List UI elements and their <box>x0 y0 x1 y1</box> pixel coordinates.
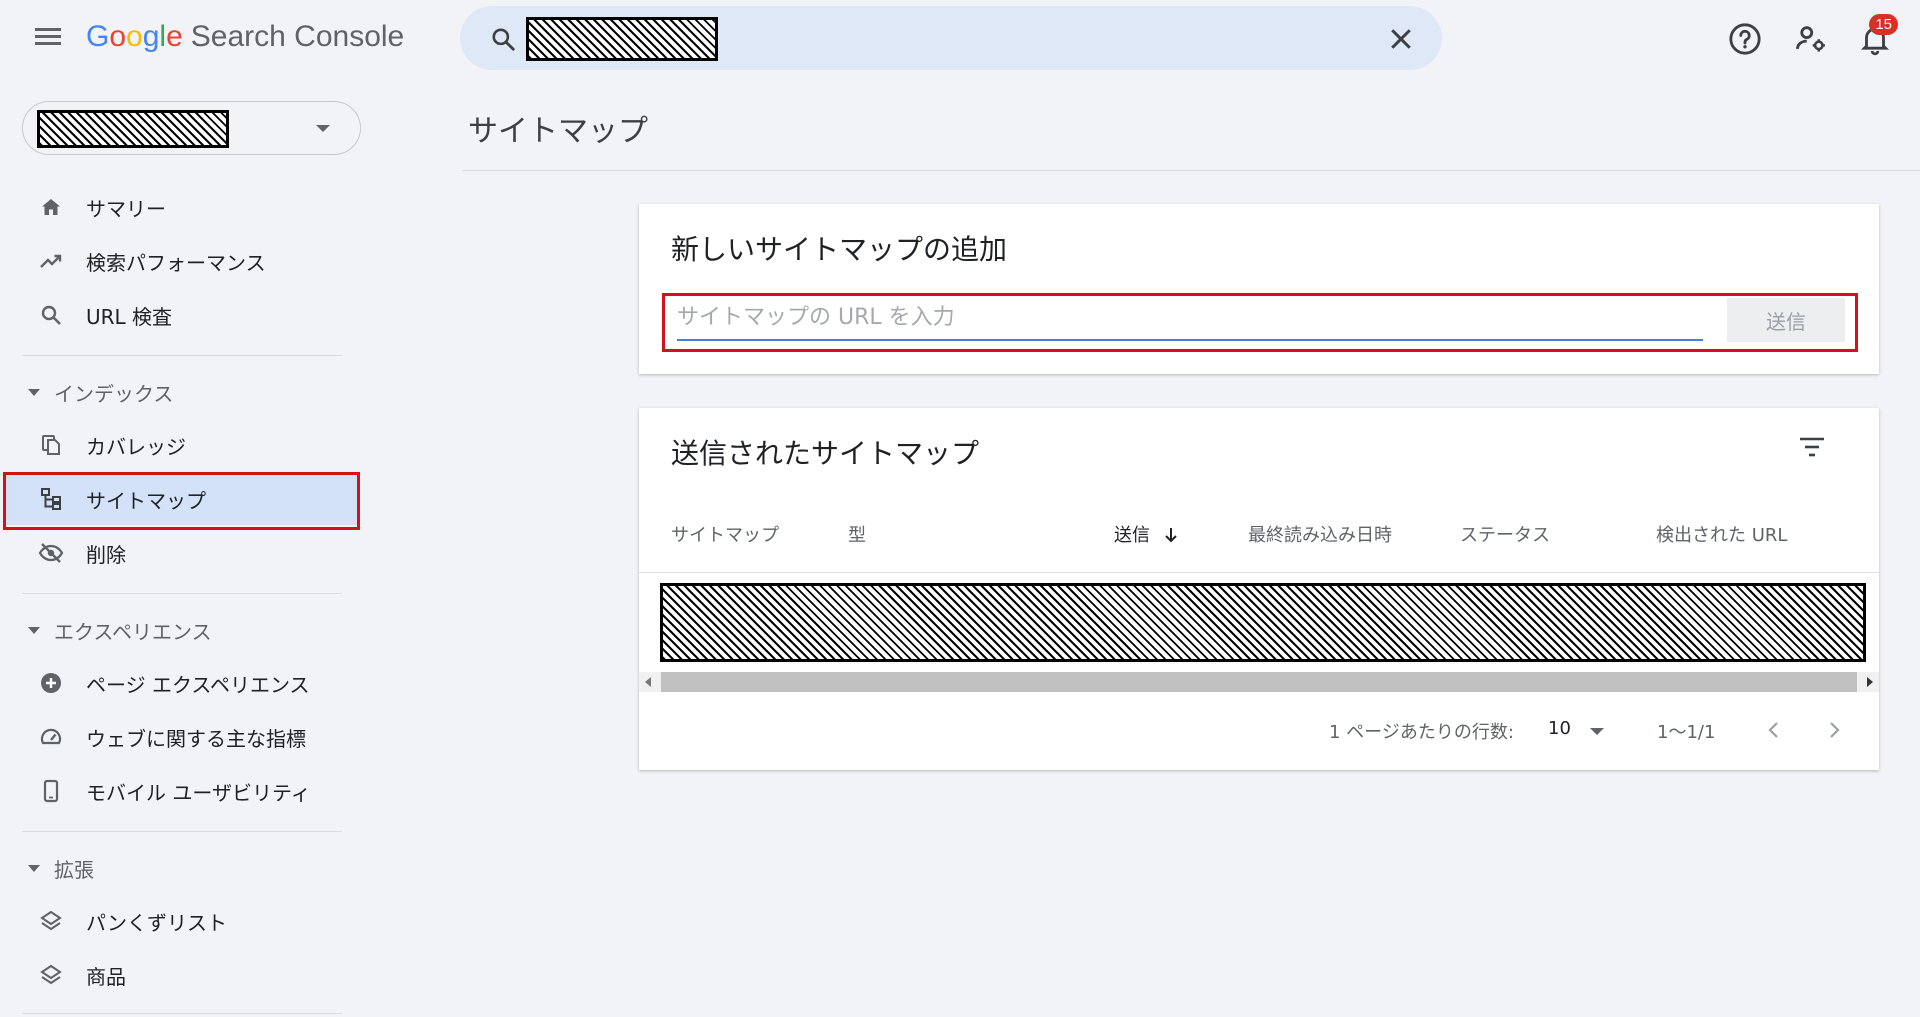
search-bar[interactable] <box>460 6 1442 70</box>
sidebar-divider <box>22 831 342 832</box>
speed-gauge-icon <box>38 724 64 750</box>
collapse-arrow-icon <box>28 389 40 396</box>
highlight-box-add-sitemap <box>662 293 1858 352</box>
table-header-divider <box>639 572 1879 573</box>
scroll-left-arrow-icon[interactable] <box>645 677 651 687</box>
horizontal-scrollbar[interactable] <box>639 672 1879 692</box>
sidebar-item-coverage[interactable]: カバレッジ <box>0 419 358 471</box>
rows-per-page-select[interactable]: 10 <box>1548 718 1571 739</box>
sidebar-item-url-inspection[interactable]: URL 検査 <box>0 289 358 341</box>
sidebar-item-breadcrumbs[interactable]: パンくずリスト <box>0 895 358 947</box>
sidebar-item-products[interactable]: 商品 <box>0 949 358 1001</box>
product-name: Search Console <box>190 20 405 53</box>
sidebar-divider <box>22 593 342 594</box>
sidebar-item-core-web-vitals[interactable]: ウェブに関する主な指標 <box>0 711 358 763</box>
layers-icon <box>38 962 64 988</box>
search-icon <box>38 302 64 328</box>
search-icon[interactable] <box>490 26 516 52</box>
collapse-arrow-icon <box>28 627 40 634</box>
help-icon[interactable] <box>1728 22 1762 56</box>
column-header-type[interactable]: 型 <box>848 521 866 547</box>
rows-per-page-label: 1 ページあたりの行数: <box>1329 722 1514 743</box>
property-name-redacted <box>37 110 229 148</box>
dropdown-arrow-icon <box>316 125 330 132</box>
sidebar-item-summary[interactable]: サマリー <box>0 181 358 233</box>
layers-icon <box>38 908 64 934</box>
sidebar-divider <box>22 1013 342 1014</box>
main-menu-icon[interactable] <box>32 24 64 52</box>
sidebar-divider <box>22 355 342 356</box>
table-row-redacted[interactable] <box>660 583 1866 662</box>
filter-icon[interactable] <box>1797 434 1827 460</box>
sidebar-item-mobile-usability[interactable]: モバイル ユーザビリティ <box>0 765 358 817</box>
add-circle-icon <box>38 670 64 696</box>
section-header-enhancements[interactable]: 拡張 <box>28 854 94 883</box>
column-header-submitted[interactable]: 送信 <box>1114 521 1180 547</box>
header-divider <box>462 170 1920 171</box>
rows-per-page-dropdown-icon[interactable] <box>1590 728 1604 735</box>
add-sitemap-title: 新しいサイトマップの追加 <box>671 233 1008 266</box>
search-input-redacted[interactable] <box>526 17 718 61</box>
arrow-down-icon <box>1165 528 1177 543</box>
collapse-arrow-icon <box>28 865 40 872</box>
home-icon <box>38 194 64 220</box>
notification-count-badge: 15 <box>1869 14 1898 35</box>
chevron-right-icon[interactable] <box>1822 718 1846 742</box>
property-selector[interactable] <box>22 101 361 155</box>
column-header-discovered-urls[interactable]: 検出された URL <box>1656 521 1787 547</box>
scrollbar-thumb[interactable] <box>661 672 1857 692</box>
highlight-box-sitemaps-nav <box>3 472 360 530</box>
column-header-sitemap[interactable]: サイトマップ <box>671 521 779 547</box>
submitted-sitemaps-title: 送信されたサイトマップ <box>671 437 980 470</box>
column-header-status[interactable]: ステータス <box>1460 521 1550 547</box>
trending-up-icon <box>38 248 64 274</box>
top-app-bar: Google Search Console 15 <box>0 0 1920 78</box>
close-icon[interactable] <box>1386 24 1416 54</box>
column-header-last-read[interactable]: 最終読み込み日時 <box>1248 521 1392 547</box>
section-header-experience[interactable]: エクスペリエンス <box>28 616 212 645</box>
section-header-index[interactable]: インデックス <box>28 378 173 407</box>
notifications-button[interactable]: 15 <box>1858 14 1898 56</box>
copy-pages-icon <box>38 432 64 458</box>
scroll-right-arrow-icon[interactable] <box>1867 677 1873 687</box>
search-console-logo[interactable]: Google Search Console <box>86 20 404 54</box>
visibility-off-icon <box>38 540 64 566</box>
chevron-left-icon[interactable] <box>1762 718 1786 742</box>
sidebar-item-page-experience[interactable]: ページ エクスペリエンス <box>0 657 358 709</box>
pagination-range: 1～1/1 <box>1657 722 1716 743</box>
manage-account-icon[interactable] <box>1794 22 1828 56</box>
sidebar-item-removals[interactable]: 削除 <box>0 527 358 579</box>
sidebar-item-performance[interactable]: 検索パフォーマンス <box>0 235 358 287</box>
page-title: サイトマップ <box>468 114 648 149</box>
smartphone-icon <box>38 778 64 804</box>
